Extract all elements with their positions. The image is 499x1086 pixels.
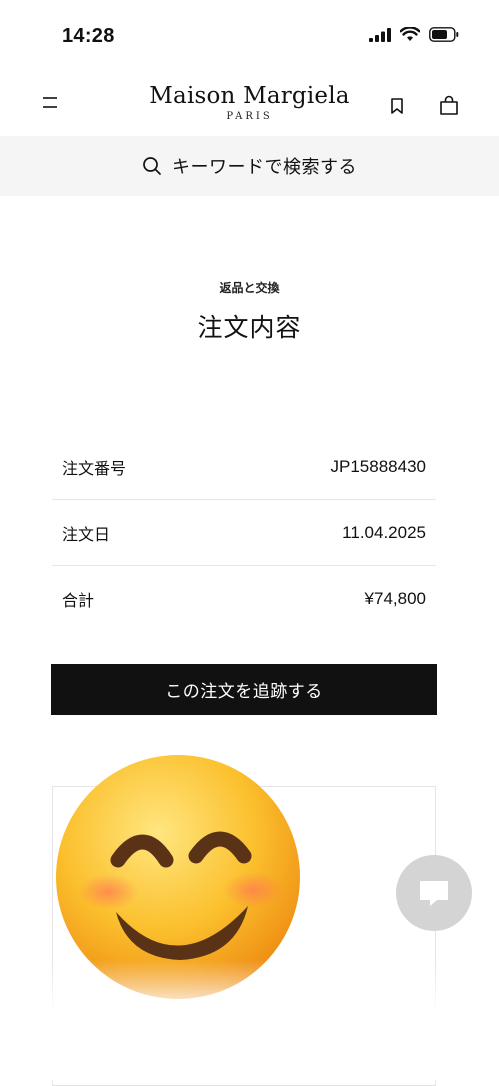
- order-date-value: 11.04.2025: [342, 522, 426, 542]
- order-details: 注文番号 JP15888430 注文日 11.04.2025 合計 ¥74,80…: [52, 434, 436, 632]
- search-placeholder: キーワードで検索する: [172, 157, 357, 178]
- order-total-row: 合計 ¥74,800: [52, 566, 436, 632]
- brand-subtitle: PARIS: [226, 111, 273, 122]
- bookmark-icon: [391, 98, 403, 114]
- track-order-button[interactable]: この注文を追跡する: [51, 664, 437, 715]
- order-total-value: ¥74,800: [364, 589, 426, 608]
- bottom-fade-overlay: [0, 960, 499, 1080]
- status-time: 14:28: [62, 25, 115, 47]
- order-number-value: JP15888430: [330, 456, 426, 476]
- chat-icon: [420, 881, 448, 906]
- shopping-bag-icon: [440, 95, 458, 115]
- order-number-label: 注文番号: [62, 458, 127, 478]
- status-bar: 14:28: [0, 0, 499, 72]
- order-number-row: 注文番号 JP15888430: [52, 434, 436, 500]
- wishlist-button[interactable]: [386, 94, 408, 118]
- search-bar[interactable]: キーワードで検索する: [0, 136, 499, 196]
- section-label: 返品と交換: [219, 281, 280, 295]
- shopping-bag-button[interactable]: [436, 93, 462, 119]
- site-header: Maison Margiela PARIS: [0, 72, 499, 136]
- brand-name: Maison Margiela: [149, 83, 350, 109]
- chat-button[interactable]: [396, 855, 472, 931]
- status-icons: [369, 27, 459, 42]
- order-date-row: 注文日 11.04.2025: [52, 500, 436, 566]
- wifi-icon: [400, 27, 420, 41]
- search-icon: [143, 157, 161, 175]
- brand-logo[interactable]: Maison Margiela PARIS: [0, 83, 499, 122]
- order-date-label: 注文日: [62, 524, 111, 544]
- battery-icon: [429, 27, 459, 42]
- order-total-label: 合計: [62, 591, 95, 610]
- page-title: 注文内容: [197, 313, 302, 342]
- signal-icon: [369, 27, 391, 42]
